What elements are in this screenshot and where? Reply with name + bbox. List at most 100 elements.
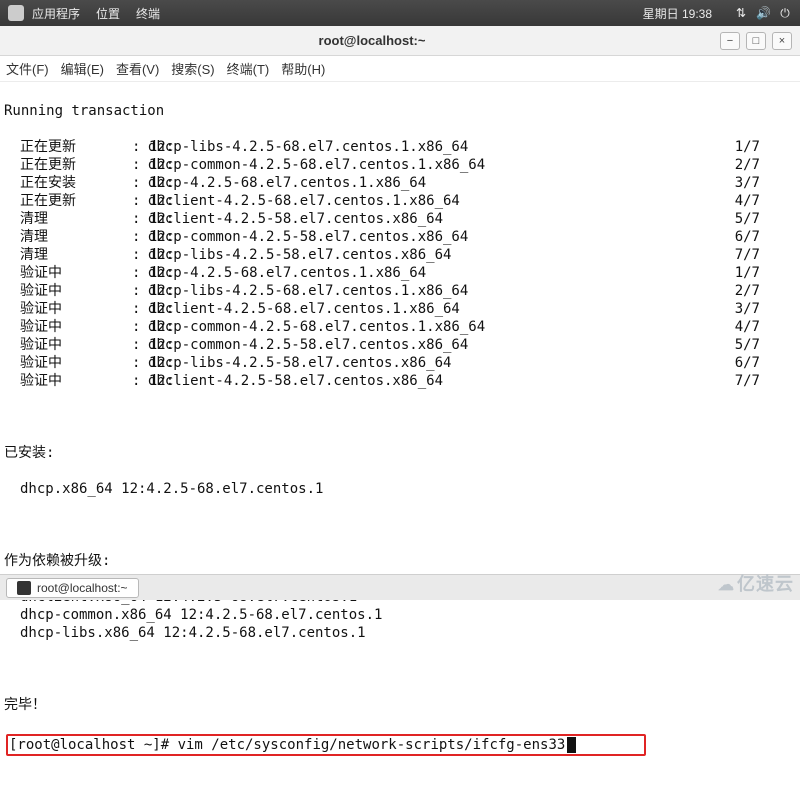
row-colon: : 12:	[132, 138, 148, 156]
topbar-menu-terminal[interactable]: 终端	[136, 5, 160, 22]
gnome-foot-icon	[8, 5, 24, 21]
row-package: dhcp-common-4.2.5-58.el7.centos.x86_64	[148, 336, 708, 354]
row-progress: 5/7	[708, 336, 764, 354]
upgraded-package: dhcp-common.x86_64 12:4.2.5-68.el7.cento…	[4, 606, 796, 624]
row-status: 清理	[4, 228, 132, 246]
transaction-row: 验证中: 12:dhclient-4.2.5-58.el7.centos.x86…	[4, 372, 796, 390]
row-progress: 3/7	[708, 300, 764, 318]
transaction-row: 验证中: 12:dhcp-4.2.5-68.el7.centos.1.x86_6…	[4, 264, 796, 282]
row-colon: : 12:	[132, 228, 148, 246]
menu-terminal[interactable]: 终端(T)	[227, 59, 270, 78]
row-progress: 7/7	[708, 372, 764, 390]
terminal-menubar: 文件(F) 编辑(E) 查看(V) 搜索(S) 终端(T) 帮助(H)	[0, 56, 800, 82]
row-progress: 2/7	[708, 282, 764, 300]
row-package: dhcp-4.2.5-68.el7.centos.1.x86_64	[148, 174, 708, 192]
row-package: dhclient-4.2.5-68.el7.centos.1.x86_64	[148, 300, 708, 318]
taskbar-app-label: root@localhost:~	[37, 581, 128, 595]
row-colon: : 12:	[132, 354, 148, 372]
row-status: 清理	[4, 246, 132, 264]
network-icon[interactable]: ⇅	[734, 6, 748, 20]
row-colon: : 12:	[132, 192, 148, 210]
row-colon: : 12:	[132, 372, 148, 390]
menu-view[interactable]: 查看(V)	[116, 59, 159, 78]
transaction-row: 正在更新: 12:dhcp-common-4.2.5-68.el7.centos…	[4, 156, 796, 174]
row-package: dhclient-4.2.5-68.el7.centos.1.x86_64	[148, 192, 708, 210]
menu-help[interactable]: 帮助(H)	[281, 59, 325, 78]
command-prompt-highlight: [root@localhost ~]# vim /etc/sysconfig/n…	[6, 734, 646, 756]
window-title: root@localhost:~	[24, 33, 720, 48]
row-progress: 2/7	[708, 156, 764, 174]
row-progress: 1/7	[708, 138, 764, 156]
row-colon: : 12:	[132, 156, 148, 174]
transaction-row: 清理: 12:dhcp-common-4.2.5-58.el7.centos.x…	[4, 228, 796, 246]
row-status: 验证中	[4, 300, 132, 318]
row-colon: : 12:	[132, 174, 148, 192]
row-status: 验证中	[4, 372, 132, 390]
row-package: dhcp-common-4.2.5-68.el7.centos.1.x86_64	[148, 156, 708, 174]
row-colon: : 12:	[132, 264, 148, 282]
row-progress: 4/7	[708, 192, 764, 210]
topbar-clock[interactable]: 星期日 19:38	[643, 5, 712, 22]
terminal-output[interactable]: Running transaction 正在更新: 12:dhcp-libs-4…	[0, 82, 800, 794]
power-icon[interactable]: ⏻	[778, 6, 792, 21]
transaction-row: 正在更新: 12:dhclient-4.2.5-68.el7.centos.1.…	[4, 192, 796, 210]
row-status: 正在更新	[4, 138, 132, 156]
window-titlebar[interactable]: root@localhost:~ − □ ×	[0, 26, 800, 56]
topbar-menu-places[interactable]: 位置	[96, 5, 120, 22]
cloud-icon: ☁	[718, 577, 735, 594]
window-maximize-button[interactable]: □	[746, 32, 766, 50]
terminal-window: root@localhost:~ − □ × 文件(F) 编辑(E) 查看(V)…	[0, 26, 800, 794]
menu-edit[interactable]: 编辑(E)	[61, 59, 104, 78]
row-progress: 1/7	[708, 264, 764, 282]
text-cursor	[567, 737, 576, 753]
topbar-menu-applications[interactable]: 应用程序	[32, 5, 80, 22]
row-status: 正在安装	[4, 174, 132, 192]
row-status: 正在更新	[4, 156, 132, 174]
volume-icon[interactable]: 🔊	[756, 6, 770, 20]
row-status: 验证中	[4, 282, 132, 300]
menu-file[interactable]: 文件(F)	[6, 59, 49, 78]
transaction-row: 验证中: 12:dhcp-common-4.2.5-68.el7.centos.…	[4, 318, 796, 336]
row-package: dhclient-4.2.5-58.el7.centos.x86_64	[148, 210, 708, 228]
row-status: 清理	[4, 210, 132, 228]
row-colon: : 12:	[132, 246, 148, 264]
installed-package: dhcp.x86_64 12:4.2.5-68.el7.centos.1	[4, 480, 796, 498]
typed-command: vim /etc/sysconfig/network-scripts/ifcfg…	[178, 736, 566, 754]
upgraded-package: dhcp-libs.x86_64 12:4.2.5-68.el7.centos.…	[4, 624, 796, 642]
row-colon: : 12:	[132, 336, 148, 354]
row-colon: : 12:	[132, 282, 148, 300]
transaction-row: 验证中: 12:dhcp-common-4.2.5-58.el7.centos.…	[4, 336, 796, 354]
row-status: 验证中	[4, 318, 132, 336]
row-progress: 6/7	[708, 354, 764, 372]
transaction-row: 正在更新: 12:dhcp-libs-4.2.5-68.el7.centos.1…	[4, 138, 796, 156]
row-package: dhcp-common-4.2.5-68.el7.centos.1.x86_64	[148, 318, 708, 336]
transaction-row: 清理: 12:dhclient-4.2.5-58.el7.centos.x86_…	[4, 210, 796, 228]
window-close-button[interactable]: ×	[772, 32, 792, 50]
row-package: dhcp-common-4.2.5-58.el7.centos.x86_64	[148, 228, 708, 246]
done-label: 完毕！	[4, 696, 796, 714]
shell-prompt: [root@localhost ~]#	[9, 736, 178, 754]
row-progress: 5/7	[708, 210, 764, 228]
row-colon: : 12:	[132, 300, 148, 318]
window-minimize-button[interactable]: −	[720, 32, 740, 50]
row-colon: : 12:	[132, 318, 148, 336]
row-package: dhclient-4.2.5-58.el7.centos.x86_64	[148, 372, 708, 390]
row-package: dhcp-libs-4.2.5-68.el7.centos.1.x86_64	[148, 282, 708, 300]
taskbar-terminal-button[interactable]: root@localhost:~	[6, 578, 139, 598]
upgraded-header: 作为依赖被升级:	[4, 552, 796, 570]
row-package: dhcp-libs-4.2.5-58.el7.centos.x86_64	[148, 246, 708, 264]
row-status: 验证中	[4, 354, 132, 372]
row-status: 正在更新	[4, 192, 132, 210]
row-progress: 3/7	[708, 174, 764, 192]
row-progress: 4/7	[708, 318, 764, 336]
row-colon: : 12:	[132, 210, 148, 228]
row-progress: 7/7	[708, 246, 764, 264]
transaction-row: 验证中: 12:dhcp-libs-4.2.5-58.el7.centos.x8…	[4, 354, 796, 372]
transaction-row: 清理: 12:dhcp-libs-4.2.5-58.el7.centos.x86…	[4, 246, 796, 264]
desktop-taskbar: root@localhost:~	[0, 574, 800, 600]
running-transaction-header: Running transaction	[4, 102, 796, 120]
transaction-row: 验证中: 12:dhclient-4.2.5-68.el7.centos.1.x…	[4, 300, 796, 318]
menu-search[interactable]: 搜索(S)	[171, 59, 214, 78]
row-package: dhcp-4.2.5-68.el7.centos.1.x86_64	[148, 264, 708, 282]
installed-header: 已安装:	[4, 444, 796, 462]
